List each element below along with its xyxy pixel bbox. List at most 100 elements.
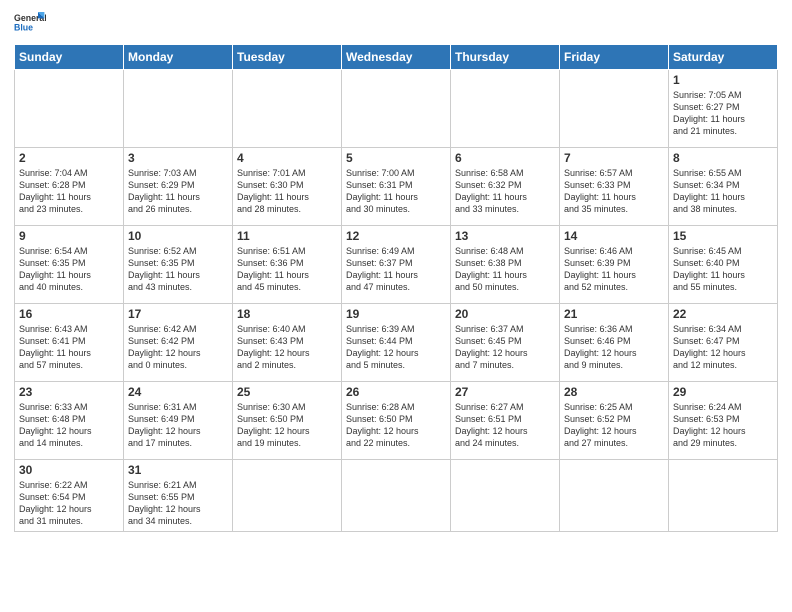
day-cell: 24 Sunrise: 6:31 AM Sunset: 6:49 PM Dayli… [124, 382, 233, 460]
day-cell: 27 Sunrise: 6:27 AM Sunset: 6:51 PM Dayli… [451, 382, 560, 460]
day-cell: 1Sunrise: 7:05 AM Sunset: 6:27 PM Daylig… [669, 70, 778, 148]
weekday-header-saturday: Saturday [669, 45, 778, 70]
day-cell: 20 Sunrise: 6:37 AM Sunset: 6:45 PM Dayli… [451, 304, 560, 382]
day-cell: 15Sunrise: 6:45 AM Sunset: 6:40 PM Dayli… [669, 226, 778, 304]
day-cell: 5 Sunrise: 7:00 AM Sunset: 6:31 PM Daylig… [342, 148, 451, 226]
day-info: Sunrise: 6:58 AM Sunset: 6:32 PM Dayligh… [455, 167, 555, 216]
day-cell [560, 70, 669, 148]
day-info: Sunrise: 6:54 AM Sunset: 6:35 PM Dayligh… [19, 245, 119, 294]
day-info: Sunrise: 6:46 AM Sunset: 6:39 PM Dayligh… [564, 245, 664, 294]
day-cell [233, 70, 342, 148]
weekday-header-sunday: Sunday [15, 45, 124, 70]
week-row-2: 2 Sunrise: 7:04 AM Sunset: 6:28 PM Daylig… [15, 148, 778, 226]
weekday-header-row: SundayMondayTuesdayWednesdayThursdayFrid… [15, 45, 778, 70]
day-info: Sunrise: 7:03 AM Sunset: 6:29 PM Dayligh… [128, 167, 228, 216]
day-number: 17 [128, 307, 228, 321]
day-info: Sunrise: 6:52 AM Sunset: 6:35 PM Dayligh… [128, 245, 228, 294]
day-number: 30 [19, 463, 119, 477]
day-info: Sunrise: 6:51 AM Sunset: 6:36 PM Dayligh… [237, 245, 337, 294]
day-number: 21 [564, 307, 664, 321]
day-info: Sunrise: 6:21 AM Sunset: 6:55 PM Dayligh… [128, 479, 228, 528]
day-number: 22 [673, 307, 773, 321]
day-cell [451, 70, 560, 148]
day-number: 6 [455, 151, 555, 165]
weekday-header-wednesday: Wednesday [342, 45, 451, 70]
day-info: Sunrise: 6:49 AM Sunset: 6:37 PM Dayligh… [346, 245, 446, 294]
day-cell: 10 Sunrise: 6:52 AM Sunset: 6:35 PM Dayli… [124, 226, 233, 304]
day-info: Sunrise: 6:27 AM Sunset: 6:51 PM Dayligh… [455, 401, 555, 450]
day-number: 9 [19, 229, 119, 243]
weekday-header-monday: Monday [124, 45, 233, 70]
day-cell: 3Sunrise: 7:03 AM Sunset: 6:29 PM Daylig… [124, 148, 233, 226]
day-cell: 25Sunrise: 6:30 AM Sunset: 6:50 PM Dayli… [233, 382, 342, 460]
day-number: 27 [455, 385, 555, 399]
day-number: 7 [564, 151, 664, 165]
day-number: 28 [564, 385, 664, 399]
day-cell: 19Sunrise: 6:39 AM Sunset: 6:44 PM Dayli… [342, 304, 451, 382]
week-row-5: 23 Sunrise: 6:33 AM Sunset: 6:48 PM Dayli… [15, 382, 778, 460]
weekday-header-friday: Friday [560, 45, 669, 70]
day-info: Sunrise: 6:36 AM Sunset: 6:46 PM Dayligh… [564, 323, 664, 372]
day-cell: 31Sunrise: 6:21 AM Sunset: 6:55 PM Dayli… [124, 460, 233, 532]
day-cell: 29 Sunrise: 6:24 AM Sunset: 6:53 PM Dayli… [669, 382, 778, 460]
day-cell [342, 460, 451, 532]
day-cell [233, 460, 342, 532]
day-info: Sunrise: 6:24 AM Sunset: 6:53 PM Dayligh… [673, 401, 773, 450]
day-info: Sunrise: 6:34 AM Sunset: 6:47 PM Dayligh… [673, 323, 773, 372]
day-cell: 28Sunrise: 6:25 AM Sunset: 6:52 PM Dayli… [560, 382, 669, 460]
day-cell [560, 460, 669, 532]
day-cell: 13 Sunrise: 6:48 AM Sunset: 6:38 PM Dayli… [451, 226, 560, 304]
day-info: Sunrise: 7:00 AM Sunset: 6:31 PM Dayligh… [346, 167, 446, 216]
day-number: 5 [346, 151, 446, 165]
day-number: 24 [128, 385, 228, 399]
day-cell: 14 Sunrise: 6:46 AM Sunset: 6:39 PM Dayli… [560, 226, 669, 304]
day-info: Sunrise: 6:43 AM Sunset: 6:41 PM Dayligh… [19, 323, 119, 372]
day-cell: 22 Sunrise: 6:34 AM Sunset: 6:47 PM Dayli… [669, 304, 778, 382]
day-number: 16 [19, 307, 119, 321]
day-info: Sunrise: 6:37 AM Sunset: 6:45 PM Dayligh… [455, 323, 555, 372]
day-cell: 6 Sunrise: 6:58 AM Sunset: 6:32 PM Daylig… [451, 148, 560, 226]
day-info: Sunrise: 6:48 AM Sunset: 6:38 PM Dayligh… [455, 245, 555, 294]
day-cell: 2 Sunrise: 7:04 AM Sunset: 6:28 PM Daylig… [15, 148, 124, 226]
week-row-6: 30 Sunrise: 6:22 AM Sunset: 6:54 PM Dayli… [15, 460, 778, 532]
day-number: 2 [19, 151, 119, 165]
day-info: Sunrise: 6:40 AM Sunset: 6:43 PM Dayligh… [237, 323, 337, 372]
day-number: 14 [564, 229, 664, 243]
day-cell [342, 70, 451, 148]
day-number: 29 [673, 385, 773, 399]
day-cell [669, 460, 778, 532]
day-cell [15, 70, 124, 148]
day-number: 4 [237, 151, 337, 165]
day-cell: 8Sunrise: 6:55 AM Sunset: 6:34 PM Daylig… [669, 148, 778, 226]
day-cell: 26Sunrise: 6:28 AM Sunset: 6:50 PM Dayli… [342, 382, 451, 460]
day-number: 11 [237, 229, 337, 243]
day-cell: 23 Sunrise: 6:33 AM Sunset: 6:48 PM Dayli… [15, 382, 124, 460]
day-cell: 4 Sunrise: 7:01 AM Sunset: 6:30 PM Daylig… [233, 148, 342, 226]
day-info: Sunrise: 6:22 AM Sunset: 6:54 PM Dayligh… [19, 479, 119, 528]
svg-text:Blue: Blue [14, 22, 33, 32]
day-number: 18 [237, 307, 337, 321]
day-cell [124, 70, 233, 148]
weekday-header-thursday: Thursday [451, 45, 560, 70]
day-number: 23 [19, 385, 119, 399]
day-number: 20 [455, 307, 555, 321]
day-info: Sunrise: 6:31 AM Sunset: 6:49 PM Dayligh… [128, 401, 228, 450]
day-cell: 7Sunrise: 6:57 AM Sunset: 6:33 PM Daylig… [560, 148, 669, 226]
day-info: Sunrise: 6:33 AM Sunset: 6:48 PM Dayligh… [19, 401, 119, 450]
day-cell: 21 Sunrise: 6:36 AM Sunset: 6:46 PM Dayli… [560, 304, 669, 382]
day-cell: 17 Sunrise: 6:42 AM Sunset: 6:42 PM Dayli… [124, 304, 233, 382]
day-number: 26 [346, 385, 446, 399]
day-info: Sunrise: 7:05 AM Sunset: 6:27 PM Dayligh… [673, 89, 773, 138]
day-cell: 18 Sunrise: 6:40 AM Sunset: 6:43 PM Dayli… [233, 304, 342, 382]
day-info: Sunrise: 6:45 AM Sunset: 6:40 PM Dayligh… [673, 245, 773, 294]
day-number: 13 [455, 229, 555, 243]
header-area: General Blue [14, 10, 778, 38]
week-row-1: 1Sunrise: 7:05 AM Sunset: 6:27 PM Daylig… [15, 70, 778, 148]
day-info: Sunrise: 7:01 AM Sunset: 6:30 PM Dayligh… [237, 167, 337, 216]
week-row-3: 9 Sunrise: 6:54 AM Sunset: 6:35 PM Daylig… [15, 226, 778, 304]
day-number: 25 [237, 385, 337, 399]
day-info: Sunrise: 7:04 AM Sunset: 6:28 PM Dayligh… [19, 167, 119, 216]
day-info: Sunrise: 6:42 AM Sunset: 6:42 PM Dayligh… [128, 323, 228, 372]
day-number: 10 [128, 229, 228, 243]
day-number: 8 [673, 151, 773, 165]
